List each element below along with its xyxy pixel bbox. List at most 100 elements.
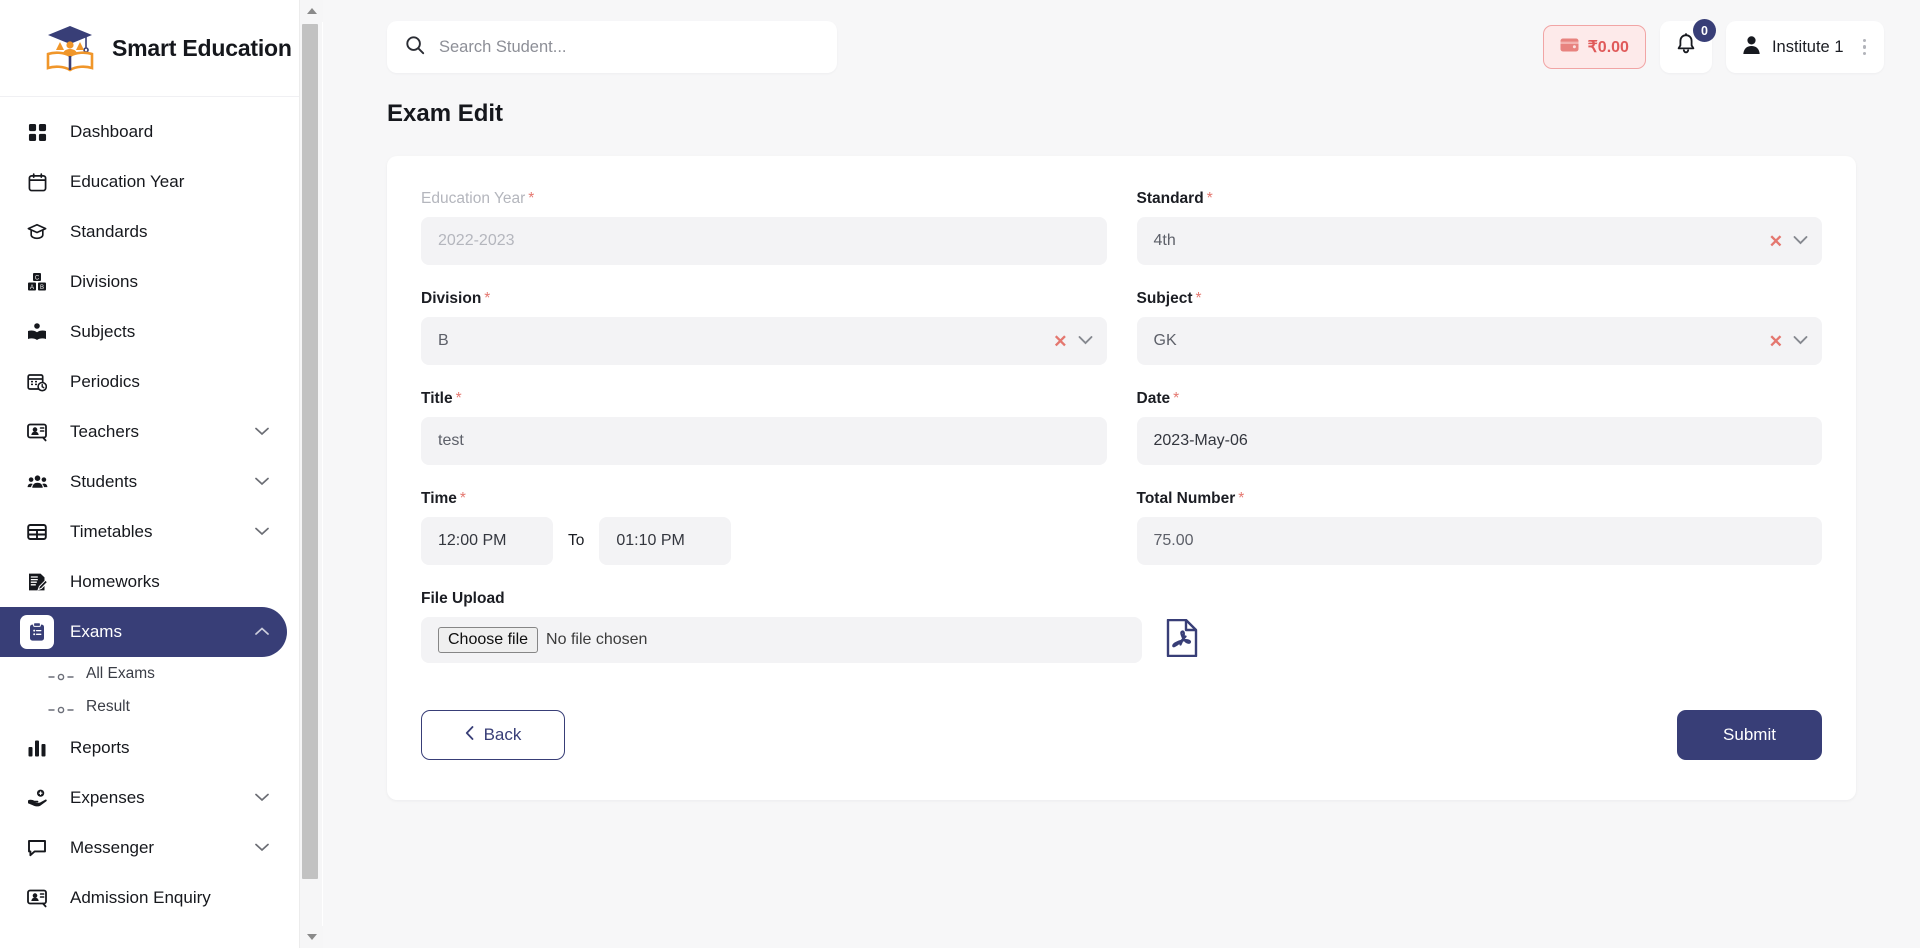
- choose-file-button[interactable]: Choose file: [438, 627, 539, 653]
- user-icon: [1742, 35, 1761, 60]
- wallet-button[interactable]: ₹0.00: [1542, 25, 1646, 69]
- calendar-clock-icon: [20, 365, 54, 399]
- required-marker: *: [1206, 190, 1213, 207]
- standard-label: Standard *: [1136, 190, 1213, 207]
- chevron-down-icon[interactable]: [1078, 332, 1093, 350]
- search-icon: [405, 35, 425, 60]
- pdf-file-icon[interactable]: [1166, 618, 1198, 662]
- wallet-icon: [1560, 37, 1579, 58]
- search-input[interactable]: [439, 37, 819, 57]
- scrollbar-thumb[interactable]: [302, 24, 318, 879]
- chevron-down-icon[interactable]: [255, 473, 271, 491]
- date-input[interactable]: 2023-May-06: [1136, 417, 1822, 465]
- presenter-icon: [20, 415, 54, 449]
- form-actions: Back Submit: [421, 710, 1822, 760]
- sidebar-item-exams[interactable]: Exams: [0, 607, 287, 657]
- sidebar-item-label: Admission Enquiry: [70, 888, 211, 907]
- submit-button[interactable]: Submit: [1677, 710, 1822, 760]
- chevron-down-icon[interactable]: [255, 839, 271, 857]
- division-select-wrap[interactable]: B ✕: [421, 317, 1107, 365]
- standard-select-actions: ✕: [1769, 217, 1808, 265]
- sidebar-item-label: Exams: [70, 622, 122, 641]
- sidebar-item-periodics[interactable]: Periodics: [0, 357, 287, 407]
- brand-name: Smart Education: [112, 34, 292, 61]
- sidebar-item-all-exams[interactable]: All Exams: [0, 657, 299, 690]
- user-menu[interactable]: Institute 1: [1725, 21, 1884, 73]
- education-year-input: 2022-2023: [421, 217, 1107, 265]
- sidebar-item-label: Timetables: [70, 522, 153, 541]
- file-status-text: No file chosen: [546, 631, 648, 648]
- sidebar-item-teachers[interactable]: Teachers: [0, 407, 287, 457]
- standard-select[interactable]: 4th: [1136, 217, 1822, 265]
- time-to-label: To: [568, 532, 585, 549]
- sidebar-item-label: Periodics: [70, 372, 140, 391]
- sidebar-item-reports[interactable]: Reports: [0, 723, 287, 773]
- required-marker: *: [455, 390, 462, 407]
- document-pen-icon: [20, 565, 54, 599]
- chevron-down-icon[interactable]: [1793, 232, 1808, 250]
- back-button[interactable]: Back: [421, 710, 565, 760]
- field-title: Title * test: [421, 390, 1107, 465]
- wallet-amount: ₹0.00: [1587, 39, 1629, 56]
- sidebar-scrollbar[interactable]: [299, 0, 323, 948]
- notifications-button[interactable]: 0: [1659, 19, 1716, 73]
- chevron-down-icon[interactable]: [255, 789, 271, 807]
- title-label: Title *: [421, 390, 462, 407]
- sidebar-item-dashboard[interactable]: Dashboard: [0, 107, 287, 157]
- sidebar-item-label: Standards: [70, 222, 148, 241]
- bell-icon: [1675, 33, 1697, 61]
- svg-text:B: B: [40, 285, 44, 291]
- file-upload-row: Choose file No file chosen: [421, 617, 1822, 663]
- sidebar-item-education-year[interactable]: Education Year: [0, 157, 287, 207]
- standard-select-wrap[interactable]: 4th ✕: [1136, 217, 1822, 265]
- kebab-menu-icon[interactable]: [1855, 38, 1875, 56]
- sidebar-item-students[interactable]: Students: [0, 457, 287, 507]
- chevron-down-icon[interactable]: [1793, 332, 1808, 350]
- sidebar-item-label: Homeworks: [70, 572, 160, 591]
- required-marker: *: [1195, 290, 1202, 307]
- subject-select[interactable]: GK: [1136, 317, 1822, 365]
- topbar: ₹0.00 0 Institute 1: [323, 0, 1920, 94]
- sidebar-item-admission-enquiry[interactable]: Admission Enquiry: [0, 873, 287, 923]
- sidebar-item-homeworks[interactable]: Homeworks: [0, 557, 287, 607]
- brand-header[interactable]: Smart Education: [0, 0, 299, 97]
- time-label: Time *: [421, 490, 466, 507]
- exam-edit-form-card: Education Year * 2022-2023 Standard * 4th …: [387, 156, 1856, 800]
- file-upload-input[interactable]: Choose file No file chosen: [421, 617, 1142, 663]
- presenter-icon: [20, 881, 54, 915]
- title-input[interactable]: test: [421, 417, 1107, 465]
- clear-x-icon[interactable]: ✕: [1769, 233, 1783, 250]
- chevron-down-icon[interactable]: [255, 523, 271, 541]
- blocks-abc-icon: CAB: [20, 265, 54, 299]
- total-number-label: Total Number *: [1136, 490, 1245, 507]
- total-number-input[interactable]: 75.00: [1136, 517, 1822, 565]
- required-marker: *: [1238, 490, 1245, 507]
- sidebar-item-subjects[interactable]: Subjects: [0, 307, 287, 357]
- search-box[interactable]: [387, 21, 837, 73]
- page-title: Exam Edit: [387, 100, 504, 127]
- clear-x-icon[interactable]: ✕: [1769, 333, 1783, 350]
- sidebar-item-standards[interactable]: Standards: [0, 207, 287, 257]
- sidebar-item-divisions[interactable]: CAB Divisions: [0, 257, 287, 307]
- people-group-icon: [20, 465, 54, 499]
- sidebar-item-expenses[interactable]: Expenses: [0, 773, 287, 823]
- education-year-label: Education Year *: [421, 190, 535, 207]
- graduation-book-logo-icon: [42, 20, 98, 76]
- clear-x-icon[interactable]: ✕: [1053, 333, 1067, 350]
- division-label: Division *: [421, 290, 491, 307]
- scroll-up-arrow-icon[interactable]: [300, 0, 323, 22]
- sidebar-item-label: Messenger: [70, 838, 155, 857]
- sidebar-item-timetables[interactable]: Timetables: [0, 507, 287, 557]
- chevron-up-icon[interactable]: [255, 623, 271, 641]
- division-select[interactable]: B: [421, 317, 1107, 365]
- sidebar-item-label: Teachers: [70, 422, 139, 441]
- sidebar-subitem-label: Result: [86, 697, 130, 715]
- sidebar: Smart Education Dashboard Education Year: [0, 0, 323, 948]
- time-from-input[interactable]: 12:00 PM: [421, 517, 553, 565]
- subject-select-wrap[interactable]: GK ✕: [1136, 317, 1822, 365]
- sidebar-item-result[interactable]: Result: [0, 690, 299, 723]
- chevron-down-icon[interactable]: [255, 423, 271, 441]
- sidebar-item-messenger[interactable]: Messenger: [0, 823, 287, 873]
- scroll-down-arrow-icon[interactable]: [300, 926, 323, 948]
- time-to-input[interactable]: 01:10 PM: [599, 517, 732, 565]
